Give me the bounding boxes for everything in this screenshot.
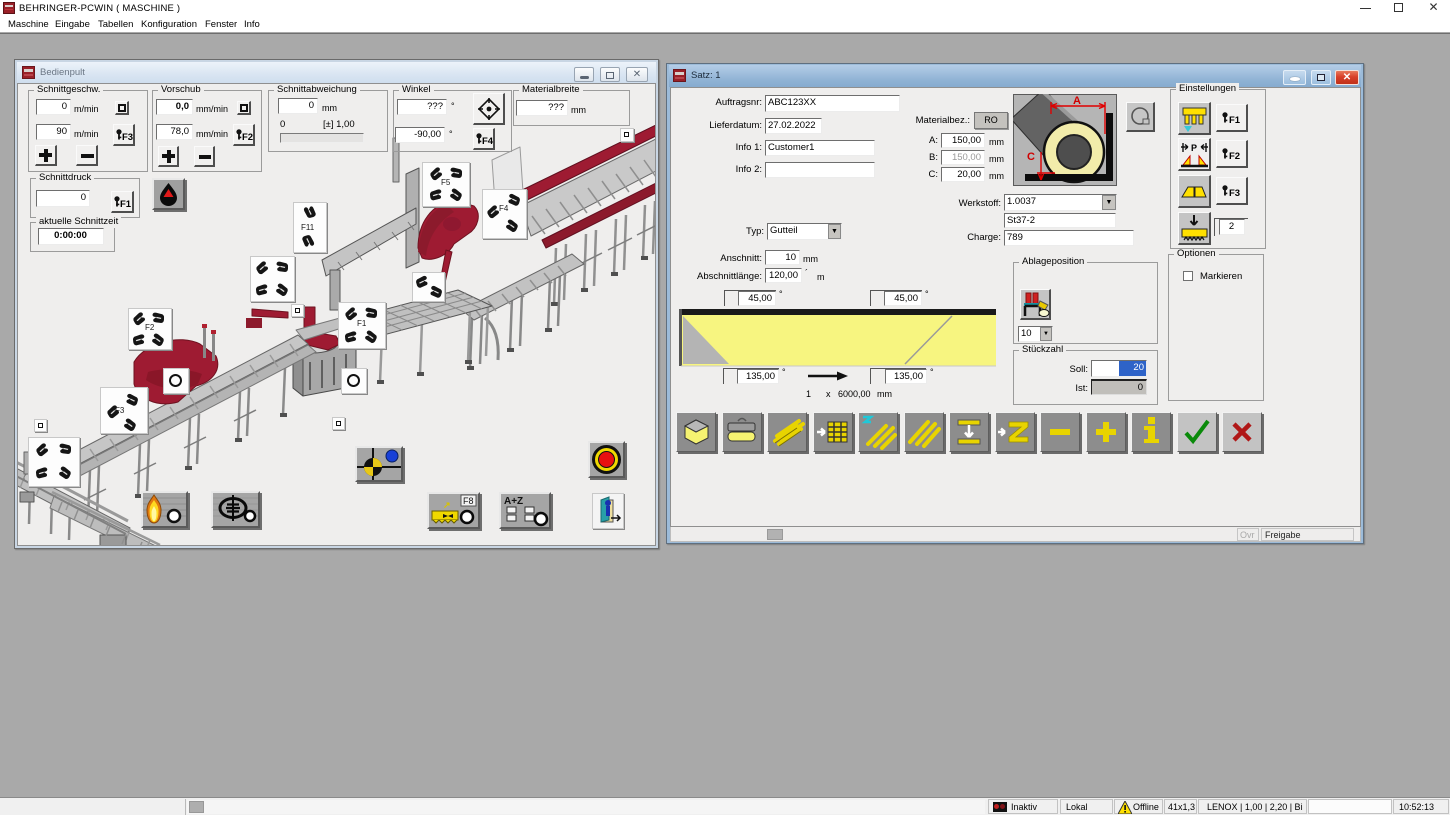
svg-text:A: A bbox=[1073, 95, 1081, 107]
svg-text:F1: F1 bbox=[357, 319, 367, 328]
svg-text:P: P bbox=[1191, 143, 1197, 153]
svg-text:F3: F3 bbox=[122, 132, 133, 143]
svg-text:F11: F11 bbox=[301, 223, 315, 232]
svg-text:F8: F8 bbox=[463, 496, 474, 506]
svg-text:F3: F3 bbox=[115, 406, 125, 415]
svg-text:F4: F4 bbox=[499, 204, 509, 213]
svg-text:F5: F5 bbox=[441, 178, 451, 187]
svg-text:A+Z: A+Z bbox=[504, 496, 523, 507]
svg-text:F2: F2 bbox=[145, 323, 155, 332]
svg-text:F1: F1 bbox=[120, 199, 132, 210]
svg-text:F4: F4 bbox=[482, 136, 494, 147]
svg-text:F1: F1 bbox=[1229, 115, 1241, 126]
svg-text:F2: F2 bbox=[1229, 151, 1240, 162]
svg-text:F2: F2 bbox=[242, 132, 253, 143]
svg-text:C: C bbox=[1027, 151, 1035, 163]
svg-text:F3: F3 bbox=[1229, 188, 1240, 199]
svg-text:↗: ↗ bbox=[443, 500, 451, 510]
